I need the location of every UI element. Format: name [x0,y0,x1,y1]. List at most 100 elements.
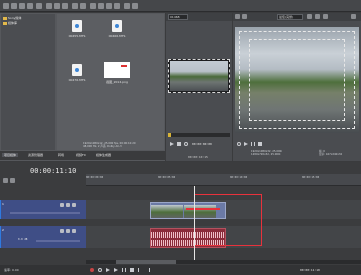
video-file-icon [72,20,82,32]
preview-transport [237,141,297,149]
window-tabs: 项目媒体 资源管理器 转场 视频FX 媒体生成器 [0,151,165,160]
loop-playback-icon[interactable] [237,142,241,146]
playhead-cursor[interactable] [194,186,195,262]
fx-icon[interactable] [72,203,76,207]
image-thumbnail [104,62,130,78]
redo-icon[interactable] [80,3,86,9]
timeline-transport: 速率: 0.00 00:00:11:10 [0,265,361,275]
properties-icon[interactable] [27,3,33,9]
pause-icon[interactable] [122,268,126,272]
timeline-timecode: 00:00:11:10 [30,167,77,175]
video-track-header[interactable]: 1 [0,200,86,219]
play-from-start-icon[interactable] [106,268,110,272]
folder-tree: Sony媒体 媒体库 [1,14,55,150]
cut-icon[interactable] [46,3,52,9]
tab-project-media[interactable]: 项目媒体 [2,153,19,157]
preview-info-line: 1280x720x32, 25.000i [251,153,281,157]
safe-area-inner [249,39,345,121]
stop-icon[interactable] [258,142,262,146]
fx-icon[interactable] [72,229,76,233]
zoom-tool-icon[interactable] [114,3,120,9]
stop-icon[interactable] [130,268,134,272]
mute-icon[interactable] [60,203,64,207]
track-list-toolbar [0,176,86,186]
display-size: 显示: 427x240x32 [319,153,343,157]
playback-rate: 速率: 0.00 [4,268,19,272]
track-motion-icon[interactable] [3,178,8,183]
annotation-arrow [186,208,220,210]
tab-video-fx[interactable]: 视频FX [74,153,88,157]
folder-icon [3,16,7,20]
trimmer-timecode: 00:00:00:00 [192,142,212,146]
close-icon[interactable] [351,14,356,19]
new-project-icon[interactable] [3,3,9,9]
horizontal-scrollbar[interactable] [86,260,361,264]
timeline-ruler[interactable]: 00:00:00:00 00:00:05:00 00:00:10:00 00:0… [86,174,361,186]
media-file[interactable]: 00476.MTS [65,64,89,82]
file-name: 00455.MTS [68,34,86,38]
preview-screen [235,27,359,133]
trimmer-end-timecode: 00:00:10:15 [188,155,208,159]
video-file-icon [112,20,122,32]
go-to-end-icon[interactable] [146,268,150,272]
tab-transitions[interactable]: 转场 [56,153,66,157]
loop-icon[interactable] [184,142,188,146]
volume-slider[interactable] [36,240,80,242]
lock-envelopes-icon[interactable] [132,3,138,9]
ruler-label: 00:00:15:00 [302,176,320,179]
preview-properties-icon[interactable] [235,14,240,19]
tree-item-label: 媒体库 [7,21,17,25]
file-name: 截图_2014.png [106,80,128,84]
media-file[interactable]: 截图_2014.png [101,62,133,84]
level-slider[interactable] [10,212,80,214]
ripple-edit-icon[interactable] [124,3,130,9]
snapshot-icon[interactable] [315,14,320,19]
trimmer-transport: 00:00:00:00 [170,141,230,149]
tree-item-folder[interactable]: Sony媒体 [3,16,21,20]
tree-item-label: Sony媒体 [7,16,22,20]
media-file[interactable]: 00455.MTS [65,20,89,38]
preview-frame-info: 帧: 0 显示: 427x240x32 [319,150,342,157]
audio-track-header[interactable]: 2 0.0 dB [0,226,86,248]
mute-icon[interactable] [60,229,64,233]
folder-icon [3,21,7,25]
tab-media-generators[interactable]: 媒体生成器 [94,153,113,157]
normal-edit-tool-icon[interactable] [90,3,96,9]
solo-icon[interactable] [66,229,70,233]
stop-icon[interactable] [177,142,181,146]
trimmer-scrub-bar[interactable] [168,133,230,137]
record-icon[interactable] [90,268,94,272]
solo-icon[interactable] [66,203,70,207]
copy-icon[interactable] [54,3,60,9]
play-icon[interactable] [114,268,118,272]
media-file-grid: 00455.MTS 00466.MTS 00476.MTS 截图_2014.pn… [57,14,164,150]
main-toolbar [0,0,361,12]
play-icon[interactable] [170,142,174,146]
undo-icon[interactable] [72,3,78,9]
trimmer-video-frame [170,61,228,91]
compositing-icon[interactable] [10,178,15,183]
overlays-icon[interactable] [307,14,312,19]
track-number: 2 [2,228,4,232]
tab-explorer[interactable]: 资源管理器 [26,153,45,157]
file-name: 00476.MTS [68,78,86,82]
open-icon[interactable] [11,3,17,9]
ruler-label: 00:00:05:00 [158,176,176,179]
preview-info: 1920x1080x32, 25.000i 1280x720x32, 25.00… [251,150,359,157]
loop-playback-icon[interactable] [98,268,102,272]
pause-icon[interactable] [251,142,255,146]
tree-item-folder[interactable]: 媒体库 [3,21,17,25]
play-icon[interactable] [244,142,248,146]
paste-icon[interactable] [62,3,68,9]
copy-snapshot-icon[interactable] [323,14,328,19]
save-icon[interactable] [19,3,25,9]
trimmer-dropdown[interactable]: 01468 [168,14,188,20]
media-file[interactable]: 00466.MTS [105,20,129,38]
render-icon[interactable] [36,3,42,9]
split-screen-icon[interactable] [242,14,247,19]
go-to-start-icon[interactable] [138,268,142,272]
envelope-tool-icon[interactable] [98,3,104,9]
preview-quality-dropdown[interactable]: 最佳(完整) [277,14,303,20]
media-info-audio: 48,000 Hz, 2 声道, Dolby AC-3 [83,145,122,149]
selection-tool-icon[interactable] [106,3,112,9]
